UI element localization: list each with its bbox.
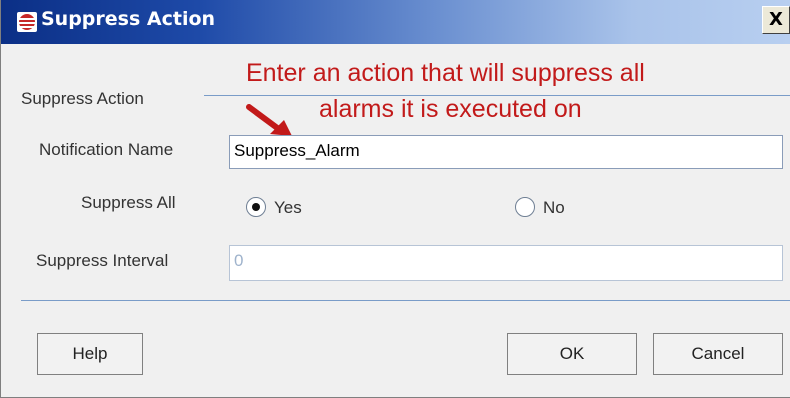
notification-name-value: Suppress_Alarm xyxy=(234,141,360,160)
help-button[interactable]: Help xyxy=(37,333,143,375)
app-icon xyxy=(17,12,37,32)
annotation-arrow-icon xyxy=(246,104,292,136)
suppress-all-no-radio[interactable] xyxy=(515,197,535,217)
section-title: Suppress Action xyxy=(21,89,144,108)
title-bar[interactable]: Suppress Action X xyxy=(1,0,790,44)
suppress-all-no-label[interactable]: No xyxy=(543,198,565,218)
footer-divider xyxy=(21,300,790,301)
suppress-interval-input[interactable]: 0 xyxy=(229,245,783,281)
suppress-all-yes-label[interactable]: Yes xyxy=(274,198,302,218)
suppress-interval-value: 0 xyxy=(234,251,244,270)
suppress-all-label: Suppress All xyxy=(81,193,176,212)
suppress-action-dialog: Suppress Action X Suppress Action Enter … xyxy=(0,0,790,398)
suppress-all-yes-radio[interactable] xyxy=(246,197,266,217)
notification-name-input[interactable]: Suppress_Alarm xyxy=(229,135,783,169)
cancel-button[interactable]: Cancel xyxy=(653,333,783,375)
suppress-interval-label: Suppress Interval xyxy=(36,251,169,270)
radio-selected-dot xyxy=(252,203,260,211)
notification-name-label: Notification Name xyxy=(39,140,174,159)
close-button[interactable]: X xyxy=(762,6,790,34)
window-title: Suppress Action xyxy=(41,8,216,30)
annotation-line-1: Enter an action that will suppress all xyxy=(246,59,645,87)
ok-button[interactable]: OK xyxy=(507,333,637,375)
annotation-line-2: alarms it is executed on xyxy=(319,95,582,123)
